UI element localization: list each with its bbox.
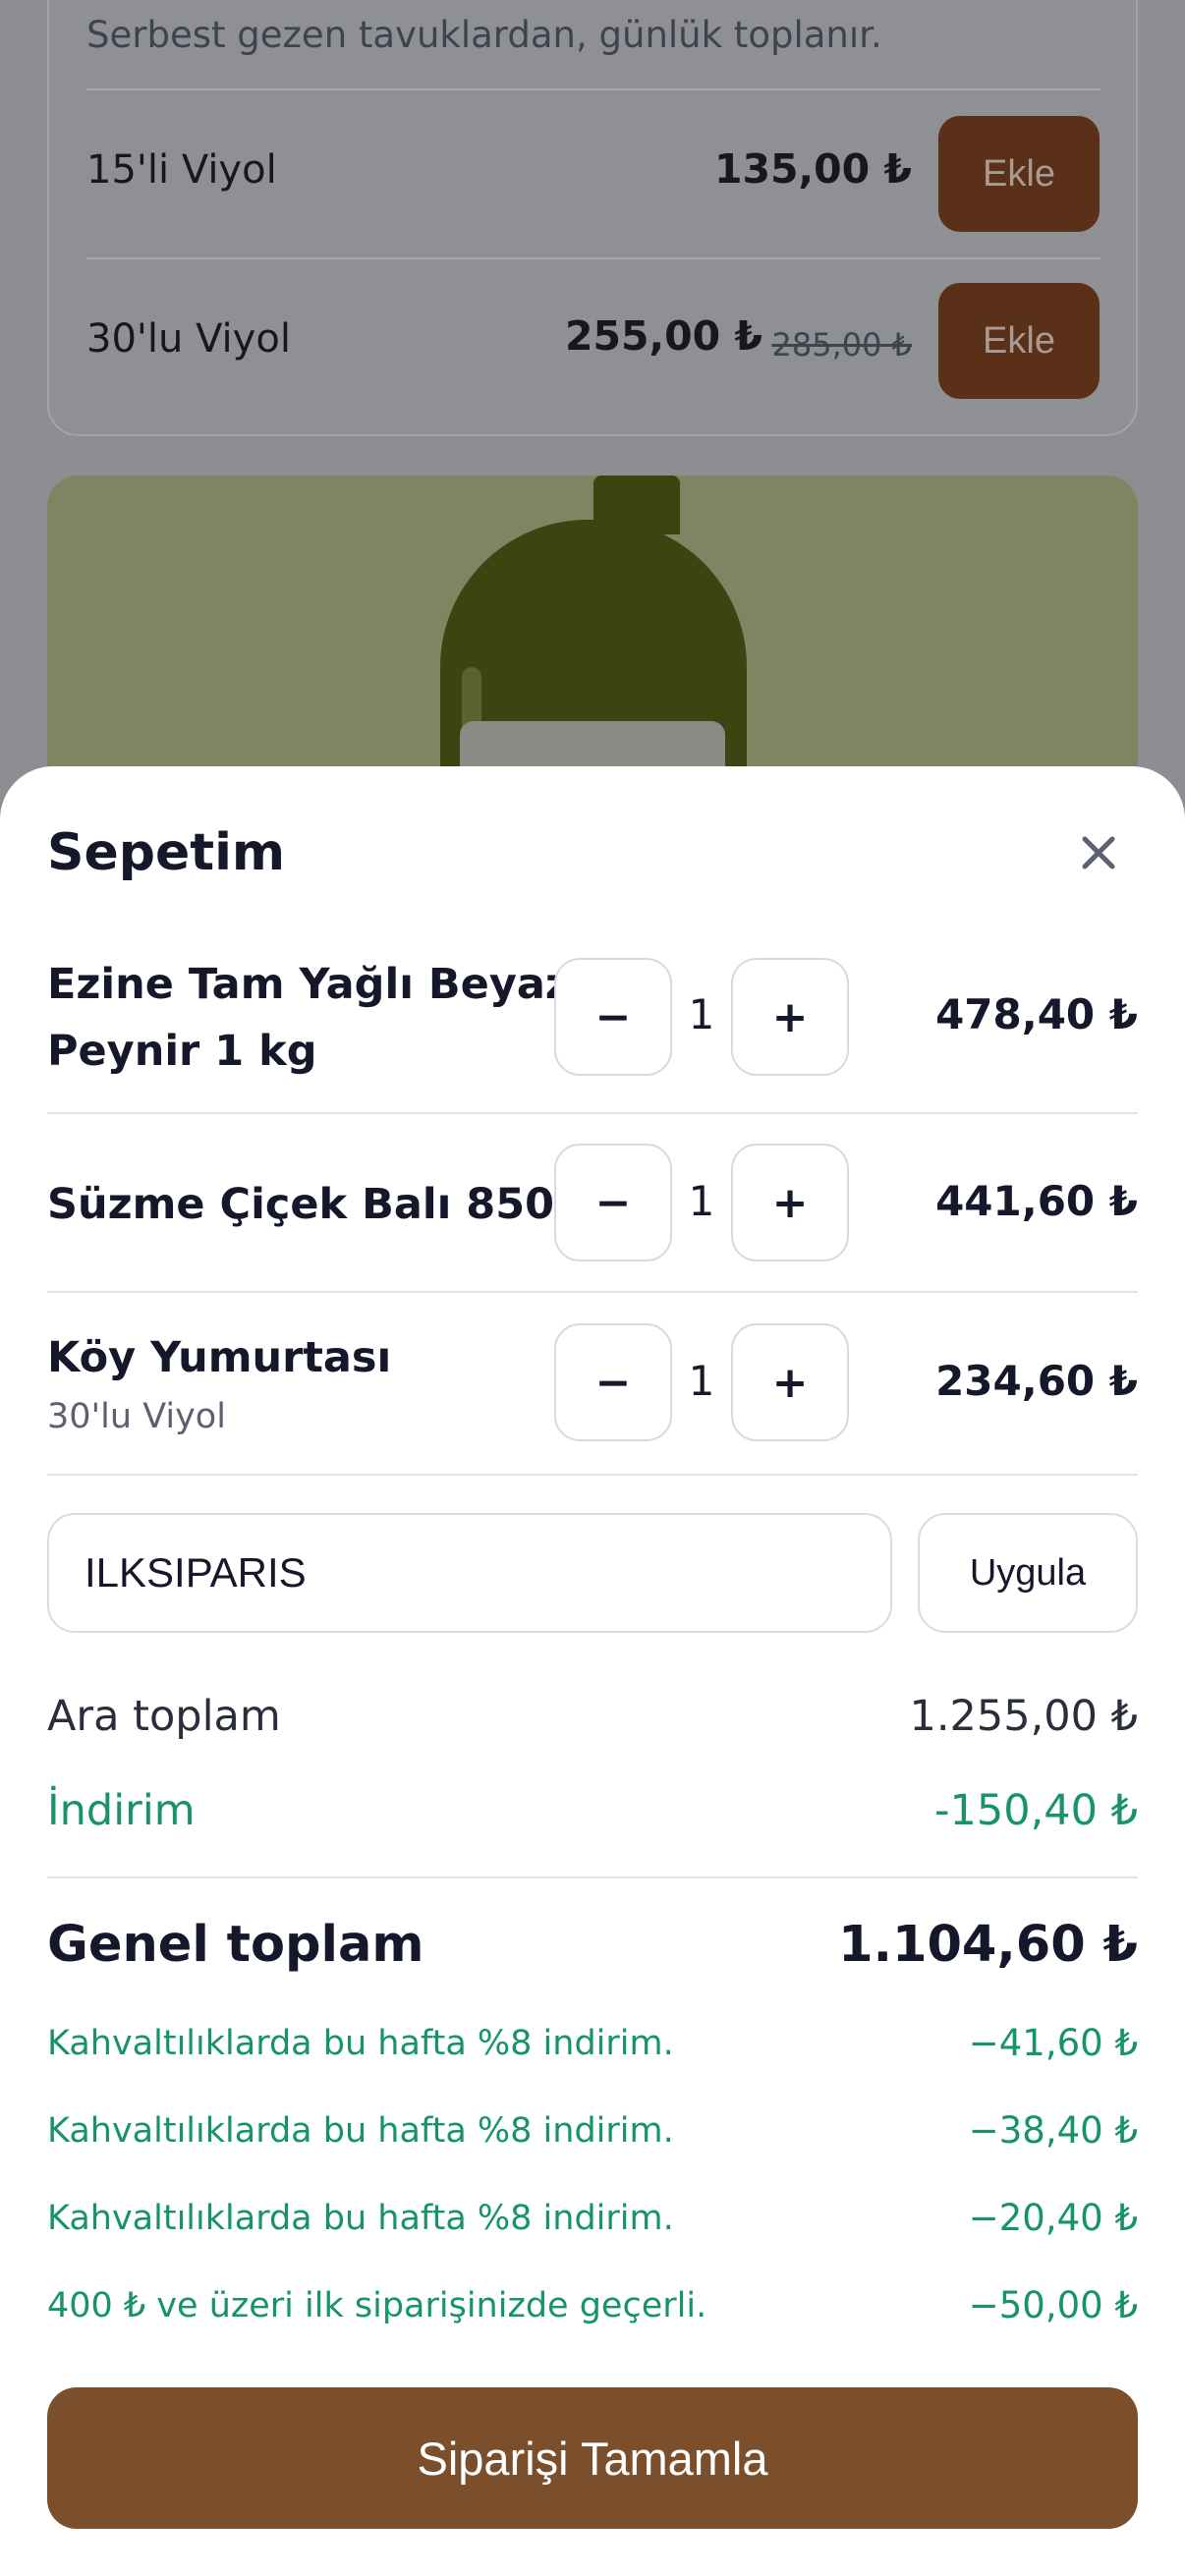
divider [86,257,1100,259]
discount-label: İndirim [47,1786,196,1835]
decrease-quantity-button[interactable]: − [554,958,672,1076]
increase-quantity-button[interactable]: + [731,1144,849,1261]
promotion-value: −38,40 ₺ [968,2109,1138,2152]
close-icon [1082,836,1115,869]
discount-value: -150,40 ₺ [933,1786,1138,1835]
promotion-label: 400 ₺ ve üzeri ilk siparişinizde geçerli… [47,2286,707,2325]
add-button[interactable]: Ekle [938,283,1100,399]
subtotal-value: 1.255,00 ₺ [909,1692,1138,1741]
promotion-value: −20,40 ₺ [968,2197,1138,2239]
promotion-label: Kahvaltılıklarda bu hafta %8 indirim. [47,2111,674,2151]
cart-item-name: Süzme Çiçek Balı 850 g [47,1180,599,1229]
complete-order-button[interactable]: Siparişi Tamamla [47,2387,1138,2529]
cart-item-name: Peynir 1 kg [47,1027,317,1076]
product-description: Serbest gezen tavuklardan, günlük toplan… [86,14,882,56]
cart-item-price: 234,60 ₺ [935,1357,1138,1405]
divider [47,1876,1138,1878]
decrease-quantity-button[interactable]: − [554,1144,672,1261]
decrease-quantity-button[interactable]: − [554,1323,672,1441]
increase-quantity-button[interactable]: + [731,958,849,1076]
cart-item-variant: 30'lu Viyol [47,1397,226,1436]
grand-total-value: 1.104,60 ₺ [838,1916,1138,1974]
variant-name: 30'lu Viyol [86,316,291,362]
promotion-value: −41,60 ₺ [968,2022,1138,2064]
coupon-input[interactable] [47,1513,892,1633]
variant-price: 255,00 ₺ [564,312,762,360]
divider [86,88,1100,90]
promotion-value: −50,00 ₺ [968,2284,1138,2326]
grand-total-label: Genel toplam [47,1916,424,1974]
quantity-value: 1 [688,1177,715,1225]
divider [47,1474,1138,1476]
divider [47,1291,1138,1293]
cart-item-price: 478,40 ₺ [935,990,1138,1038]
add-button[interactable]: Ekle [938,116,1100,232]
cart-item-name: Köy Yumurtası [47,1333,392,1382]
variant-name: 15'li Viyol [86,147,277,193]
variant-price: 135,00 ₺ [713,145,912,193]
quantity-value: 1 [688,1357,715,1405]
cart-title: Sepetim [47,823,286,882]
promotion-label: Kahvaltılıklarda bu hafta %8 indirim. [47,2024,674,2063]
cart-item-price: 441,60 ₺ [935,1177,1138,1225]
promotion-label: Kahvaltılıklarda bu hafta %8 indirim. [47,2199,674,2238]
apply-coupon-button[interactable]: Uygula [918,1513,1138,1633]
quantity-value: 1 [688,990,715,1038]
divider [47,1112,1138,1114]
variant-old-price: 285,00 ₺ [771,326,913,364]
cart-item-name: Ezine Tam Yağlı Beyaz [47,960,570,1009]
subtotal-label: Ara toplam [47,1692,281,1741]
close-button[interactable] [1071,825,1126,880]
increase-quantity-button[interactable]: + [731,1323,849,1441]
